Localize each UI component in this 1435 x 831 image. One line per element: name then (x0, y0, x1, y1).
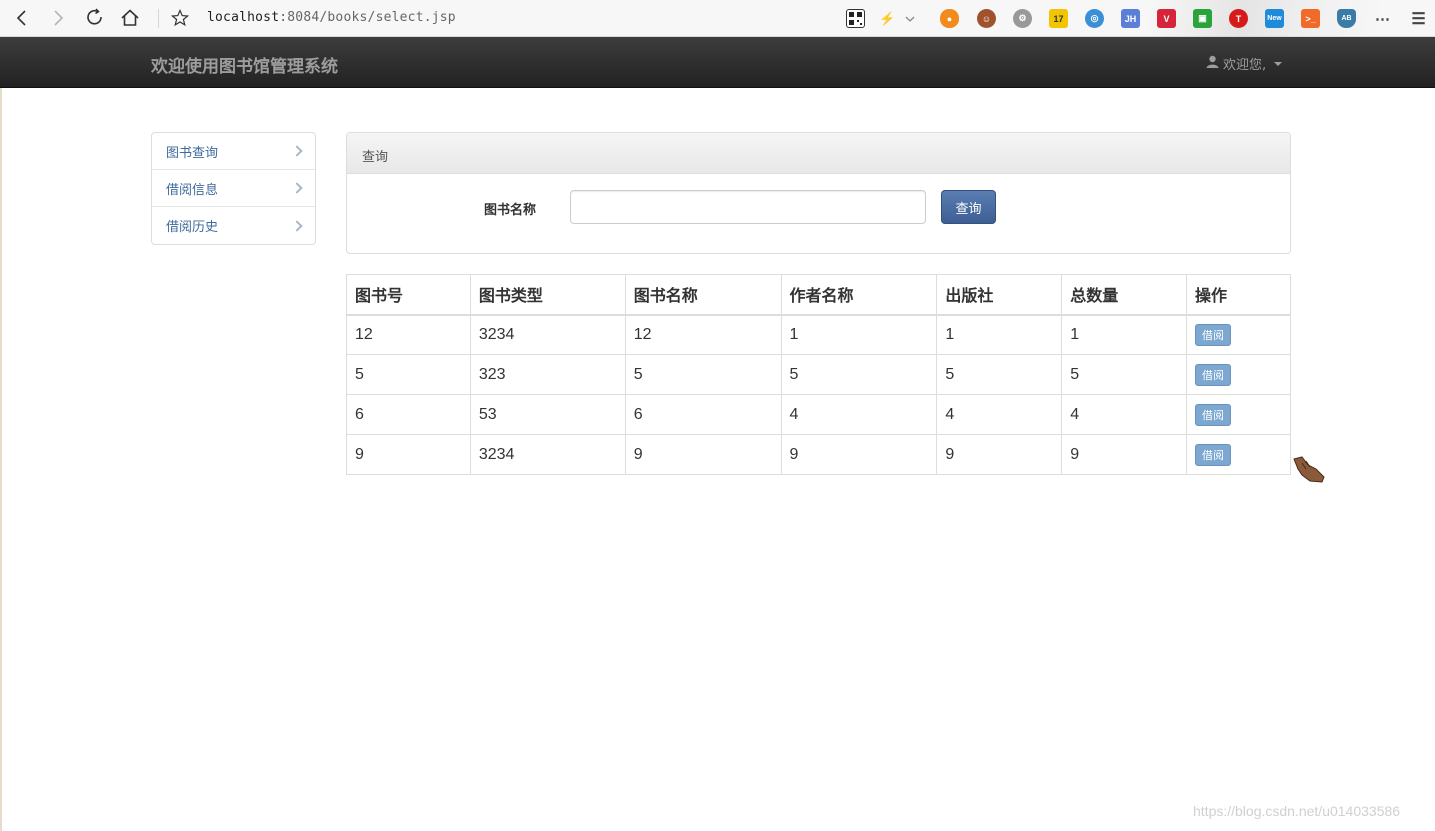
table-row: 12 3234 12 1 1 1 借阅 (346, 314, 1291, 355)
cell-total: 4 (1061, 394, 1188, 435)
book-name-input[interactable] (570, 190, 926, 224)
column-header: 出版社 (936, 274, 1063, 316)
new-icon[interactable]: New (1265, 9, 1284, 28)
sidebar-nav: 图书查询 借阅信息 借阅历史 (151, 132, 316, 245)
monkey-icon[interactable]: ☺ (977, 9, 996, 28)
cell-book-name: 9 (624, 434, 782, 475)
browser-toolbar: localhost:8084/books/select.jsp ⚡ ● ☺ ⚙ … (0, 0, 1435, 37)
watermark: https://blog.csdn.net/u014033586 (1193, 803, 1401, 819)
more-icon[interactable]: ⋯ (1373, 9, 1392, 28)
url-path: :8084/books/select.jsp (279, 10, 456, 25)
search-panel: 查询 图书名称 查询 (346, 132, 1291, 254)
panel-heading: 查询 (347, 133, 1290, 174)
page-edge (0, 88, 2, 831)
app-title[interactable]: 欢迎使用图书馆管理系统 (151, 52, 338, 77)
column-header: 作者名称 (780, 274, 938, 316)
cell-book-name: 6 (624, 394, 782, 435)
sidebar-item-book-search[interactable]: 图书查询 (152, 133, 315, 170)
forward-icon[interactable] (46, 6, 70, 30)
table-row: 9 3234 9 9 9 9 借阅 (346, 434, 1291, 475)
user-dropdown[interactable]: 欢迎您, (1206, 54, 1283, 73)
qr-code-icon[interactable] (846, 9, 865, 28)
cell-book-id: 12 (346, 314, 471, 355)
borrow-button[interactable]: 借阅 (1195, 403, 1232, 426)
pocket-icon[interactable]: V (1157, 9, 1176, 28)
cell-book-id: 5 (346, 354, 471, 395)
square-icon[interactable]: ▣ (1193, 9, 1212, 28)
cell-author: 1 (780, 314, 938, 355)
app-navbar: 欢迎使用图书馆管理系统 欢迎您, (0, 37, 1435, 88)
chevron-right-icon (291, 145, 303, 157)
cell-book-id: 6 (346, 394, 471, 435)
reload-icon[interactable] (83, 6, 107, 30)
globe-icon[interactable]: ◎ (1085, 9, 1104, 28)
star-icon[interactable] (168, 6, 192, 30)
user-greeting: 欢迎您, (1223, 58, 1267, 73)
cell-publisher: 4 (936, 394, 1063, 435)
table-row: 5 323 5 5 5 5 借阅 (346, 354, 1291, 395)
menu-icon[interactable]: ☰ (1409, 9, 1428, 28)
adblock-icon[interactable]: AB (1337, 9, 1356, 28)
caret-down-icon (1274, 61, 1283, 66)
borrow-button[interactable]: 借阅 (1195, 363, 1232, 386)
cell-total: 1 (1061, 314, 1188, 355)
jh-icon[interactable]: JH (1121, 9, 1140, 28)
back-icon[interactable] (10, 6, 34, 30)
cell-publisher: 5 (936, 354, 1063, 395)
books-table: 图书号 图书类型 图书名称 作者名称 出版社 总数量 操作 12 3234 12… (346, 274, 1291, 475)
address-bar[interactable]: localhost:8084/books/select.jsp (207, 10, 456, 25)
chevron-down-icon[interactable] (900, 9, 919, 28)
cell-total: 9 (1061, 434, 1188, 475)
column-header: 图书类型 (469, 274, 626, 316)
toolbar-divider (158, 9, 159, 28)
cell-author: 9 (780, 434, 938, 475)
gamepad-icon[interactable]: ● (940, 9, 959, 28)
cell-action: 借阅 (1186, 434, 1291, 475)
cell-book-type: 323 (469, 354, 626, 395)
t-icon[interactable]: T (1229, 9, 1248, 28)
sidebar-item-label: 图书查询 (166, 145, 219, 161)
column-header: 总数量 (1061, 274, 1188, 316)
terminal-icon[interactable]: >_ (1301, 9, 1320, 28)
calendar-icon[interactable]: 17 (1049, 9, 1068, 28)
sidebar-item-label: 借阅信息 (166, 182, 219, 198)
cell-book-name: 12 (624, 314, 782, 355)
cell-book-type: 3234 (469, 434, 626, 475)
url-host: localhost (207, 10, 280, 25)
cell-publisher: 9 (936, 434, 1063, 475)
cell-publisher: 1 (936, 314, 1063, 355)
cell-book-type: 3234 (469, 314, 626, 355)
column-header: 操作 (1186, 274, 1291, 316)
column-header: 图书名称 (624, 274, 782, 316)
chevron-right-icon (291, 182, 303, 194)
cell-action: 借阅 (1186, 354, 1291, 395)
borrow-button[interactable]: 借阅 (1195, 323, 1232, 346)
cell-book-name: 5 (624, 354, 782, 395)
lightning-icon[interactable]: ⚡ (878, 9, 897, 28)
gear-icon[interactable]: ⚙ (1013, 9, 1032, 28)
sidebar-item-borrow-history[interactable]: 借阅历史 (152, 207, 315, 244)
table-row: 6 53 6 4 4 4 借阅 (346, 394, 1291, 435)
cell-action: 借阅 (1186, 394, 1291, 435)
home-icon[interactable] (118, 6, 142, 30)
cell-action: 借阅 (1186, 314, 1291, 355)
table-header-row: 图书号 图书类型 图书名称 作者名称 出版社 总数量 操作 (346, 274, 1291, 316)
sidebar-item-label: 借阅历史 (166, 220, 219, 235)
column-header: 图书号 (346, 274, 471, 316)
cell-book-id: 9 (346, 434, 471, 475)
sidebar-item-borrow-info[interactable]: 借阅信息 (152, 170, 315, 207)
search-button[interactable]: 查询 (941, 190, 996, 224)
hand-cursor-icon (1292, 455, 1326, 489)
cell-book-type: 53 (469, 394, 626, 435)
chevron-right-icon (291, 219, 303, 232)
cell-author: 4 (780, 394, 938, 435)
borrow-button[interactable]: 借阅 (1195, 443, 1232, 466)
user-icon (1206, 55, 1219, 72)
cell-author: 5 (780, 354, 938, 395)
book-name-label: 图书名称 (484, 203, 537, 218)
cell-total: 5 (1061, 354, 1188, 395)
